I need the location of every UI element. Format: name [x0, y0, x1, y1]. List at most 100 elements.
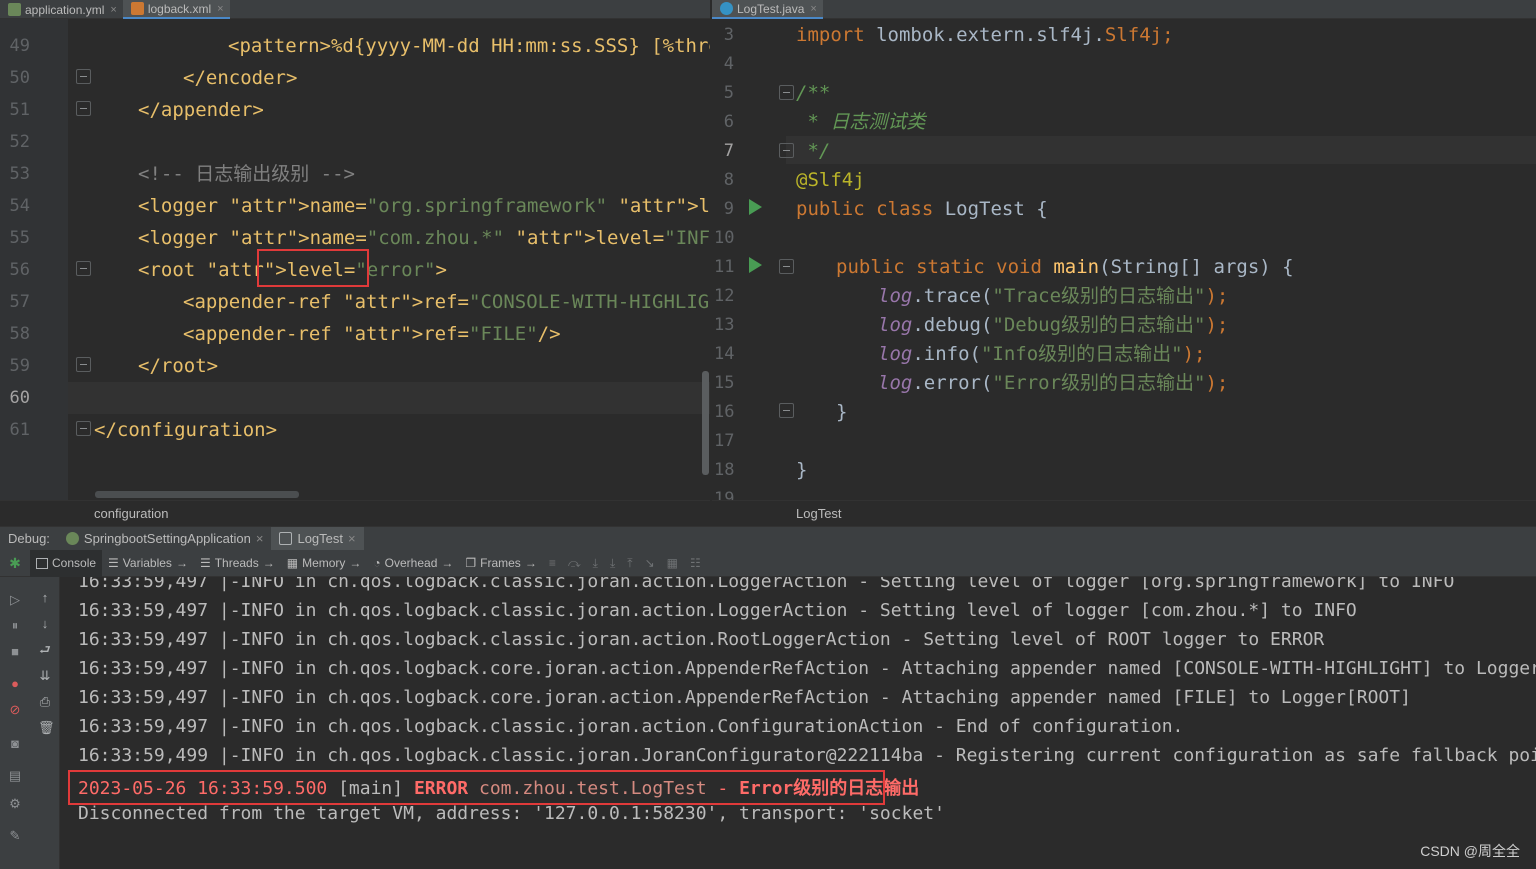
debug-tool-window-header: Debug: SpringbootSettingApplication × Lo… [0, 526, 1536, 551]
xml-line-55: <logger "attr">name="com.zhou.*" "attr">… [138, 227, 710, 249]
yml-file-icon [8, 3, 21, 16]
xml-line-57: <appender-ref "attr">ref="CONSOLE-WITH-H… [183, 291, 710, 313]
java-editor-pane[interactable]: 3 4 5 6 7 8 9 10 11 12 13 14 15 16 17 18 19 import lombo… [712, 19, 1536, 500]
horizontal-scrollbar[interactable] [95, 491, 299, 498]
tab-threads[interactable]: ☰ Threads → [194, 550, 281, 577]
java-class-icon [720, 2, 733, 15]
xml-line-58: <appender-ref "attr">ref="FILE"/> [183, 323, 561, 345]
debug-bug-icon[interactable]: ✱ [0, 550, 30, 577]
fold-marker-icon[interactable] [76, 101, 91, 116]
fold-marker-icon[interactable] [76, 357, 91, 372]
close-icon[interactable]: × [256, 531, 264, 546]
line-number: 58 [9, 324, 30, 344]
console-output[interactable]: 16:33:59,497 |-INFO in ch.qos.logback.cl… [61, 577, 1536, 869]
line-number: 12 [714, 286, 735, 306]
debug-left-toolbar: ▷ ⏸ ■ ● ⊘ ◙ ▤ ⚙ ✎ [0, 577, 30, 869]
java-breadcrumb[interactable]: LogTest [712, 500, 1536, 526]
resume-icon[interactable]: ▷ [8, 593, 22, 607]
pin-arrow-icon: → [524, 556, 537, 570]
evaluate-expression-icon[interactable]: ▦ [661, 550, 684, 577]
xml-file-icon [130, 2, 144, 15]
tab-logback-xml[interactable]: logback.xml × [122, 0, 230, 19]
fold-marker-icon[interactable] [76, 421, 91, 436]
line-number: 19 [714, 489, 735, 500]
vertical-scrollbar[interactable] [702, 371, 709, 475]
close-icon[interactable]: × [348, 531, 356, 546]
xml-line-61: </configuration> [94, 419, 278, 441]
overhead-icon: ◔ [373, 556, 381, 570]
tab-label: Memory [302, 556, 346, 570]
fold-marker-icon[interactable] [76, 69, 91, 84]
step-over-icon[interactable]: ⤓ [587, 550, 604, 577]
memory-icon: ▦ [286, 556, 299, 570]
mute-breakpoints-icon[interactable]: ⊘ [8, 703, 22, 717]
view-breakpoints-icon[interactable]: ● [8, 677, 22, 691]
xml-line-59: </root> [138, 355, 219, 377]
java-line-7: */ [796, 140, 831, 162]
java-line-12: log.trace("Trace级别的日志输出"); [878, 285, 1229, 307]
step-into-icon[interactable]: ⤓ [604, 550, 621, 577]
run-main-icon[interactable] [749, 257, 762, 273]
layout-icon[interactable]: ▤ [8, 769, 22, 783]
up-arrow-icon[interactable]: ↑ [38, 591, 52, 605]
xml-line-54: <logger "attr">name="org.springframework… [138, 195, 710, 217]
tab-application-yml[interactable]: application.yml × [0, 0, 123, 19]
tab-frames[interactable]: ❐ Frames → [459, 550, 542, 577]
tab-memory[interactable]: ▦ Memory → [281, 550, 368, 577]
pin-icon[interactable]: ✎ [8, 829, 22, 843]
line-number: 18 [714, 460, 735, 480]
java-line-16: } [836, 401, 848, 423]
tab-logtest-java[interactable]: LogTest.java × [712, 0, 823, 19]
watermark: CSDN @周全全 [1420, 843, 1520, 859]
xml-editor-pane[interactable]: 49 50 51 52 53 54 55 56 57 58 59 60 61 <pattern>%d{y… [0, 19, 710, 500]
line-number: 49 [9, 36, 30, 56]
trace-icon[interactable]: ☷ [684, 550, 707, 577]
pause-icon[interactable]: ⏸ [8, 619, 22, 633]
spring-app-icon [65, 532, 79, 545]
fold-marker-icon[interactable] [779, 143, 794, 158]
line-number: 3 [723, 25, 734, 45]
java-line-11: public static void main(String[] args) { [836, 256, 1294, 278]
variables-icon: ☰ [108, 556, 119, 570]
close-icon[interactable]: × [810, 3, 816, 15]
menu-icon[interactable]: ≡ [543, 550, 562, 577]
java-line-13: log.debug("Debug级别的日志输出"); [878, 314, 1229, 336]
line-number: 11 [714, 257, 735, 277]
debug-tab-logtest[interactable]: LogTest × [271, 526, 364, 551]
fold-marker-icon[interactable] [76, 261, 91, 276]
console-line: 16:33:59,497 |-INFO in ch.qos.logback.cl… [78, 716, 1184, 737]
tab-overhead[interactable]: ◔ Overhead → [367, 550, 459, 577]
down-arrow-icon[interactable]: ↓ [38, 617, 52, 631]
soft-wrap-icon[interactable]: ⮐ [38, 643, 52, 657]
print-icon[interactable]: ⎙ [38, 695, 52, 709]
run-class-icon[interactable] [749, 199, 762, 215]
close-icon[interactable]: × [217, 3, 223, 15]
left-editor-tabbar: application.yml × logback.xml × [0, 0, 710, 19]
tab-label: Console [52, 556, 97, 570]
settings-gear-icon[interactable]: ⚙ [8, 797, 22, 811]
console-line: 16:33:59,497 |-INFO in ch.qos.logback.cl… [78, 629, 1325, 650]
scroll-to-end-icon[interactable]: ⇊ [38, 669, 52, 683]
stop-icon[interactable]: ■ [8, 645, 22, 659]
console-line: 16:33:59,497 |-INFO in ch.qos.logback.cl… [78, 577, 1455, 592]
step-out-icon[interactable]: ⤒ [621, 550, 638, 577]
debug-tab-springbootsettingapplication[interactable]: SpringbootSettingApplication × [58, 527, 272, 551]
line-number: 57 [9, 292, 30, 312]
pin-arrow-icon: → [441, 556, 454, 570]
java-line-3: import lombok.extern.slf4j.Slf4j; [796, 24, 1174, 46]
fold-marker-icon[interactable] [779, 259, 794, 274]
tab-label: Threads [214, 556, 259, 570]
show-execution-point-icon[interactable]: ⤼ [562, 550, 587, 577]
run-to-cursor-icon[interactable]: ↘ [639, 550, 661, 577]
tab-label: Frames [480, 556, 521, 570]
clear-all-trash-icon[interactable]: 🗑 [38, 721, 55, 735]
fold-marker-icon[interactable] [779, 403, 794, 418]
fold-marker-icon[interactable] [779, 85, 794, 100]
tab-variables[interactable]: ☰ Variables → [102, 550, 194, 577]
debug-tab-label: LogTest [297, 531, 344, 546]
xml-breadcrumb[interactable]: configuration [0, 500, 710, 526]
close-icon[interactable]: × [110, 4, 116, 16]
camera-icon[interactable]: ◙ [8, 737, 22, 751]
root-level-highlight-box [257, 249, 369, 287]
tab-console[interactable]: Console [30, 549, 103, 577]
